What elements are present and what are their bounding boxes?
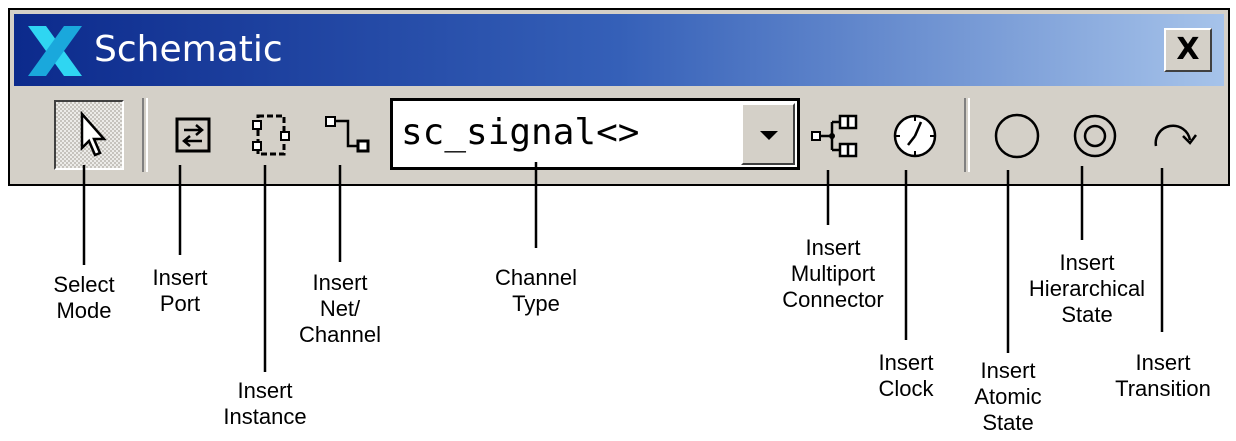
label-insert-clock: Insert Clock [878, 350, 934, 401]
label-channel-type: Channel Type [495, 265, 577, 316]
label-insert-transition: Insert Transition [1115, 350, 1211, 401]
label-insert-port: Insert Port [152, 265, 208, 316]
label-insert-multiport-connector: Insert Multiport Connector [782, 235, 884, 312]
label-insert-net-channel: Insert Net/ Channel [299, 270, 381, 347]
label-insert-instance: Insert Instance [223, 378, 307, 429]
label-insert-atomic-state: Insert Atomic State [974, 358, 1042, 435]
label-insert-hierarchical-state: Insert Hierarchical State [1028, 250, 1146, 327]
label-select-mode: Select Mode [53, 272, 115, 323]
